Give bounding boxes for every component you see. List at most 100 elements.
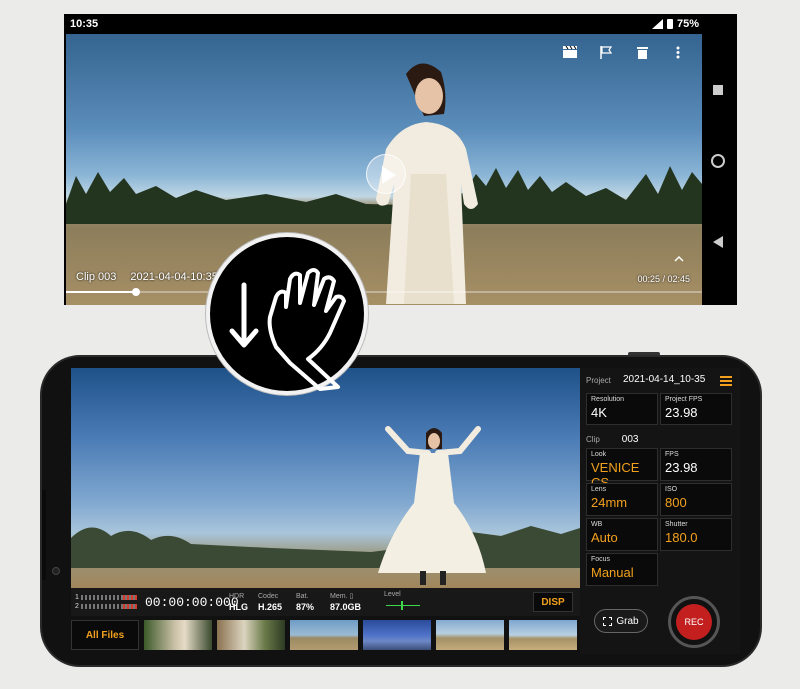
grab-button[interactable]: Grab xyxy=(594,609,648,633)
project-label: Project xyxy=(586,376,611,385)
meter-channel-2: 2 xyxy=(75,603,79,610)
fps-cell[interactable]: FPS 23.98 xyxy=(660,448,732,481)
focus-label: Focus xyxy=(591,556,611,563)
project-fps-value: 23.98 xyxy=(665,405,698,420)
viewfinder[interactable] xyxy=(71,368,580,588)
clip-row: Clip 003 xyxy=(586,434,638,445)
status-time: 10:35 xyxy=(70,18,99,30)
clapper-icon[interactable] xyxy=(560,42,580,62)
more-vert-icon[interactable] xyxy=(668,42,688,62)
hdr-value: HLG xyxy=(229,602,248,612)
battery-icon xyxy=(666,19,673,29)
mem-label: Mem. ▯ xyxy=(330,593,354,600)
iso-label: ISO xyxy=(665,486,678,493)
scrub-bar[interactable] xyxy=(66,288,702,296)
system-nav-bar xyxy=(702,34,737,305)
hdr-label: HDR xyxy=(229,593,245,600)
level-line xyxy=(386,601,420,610)
clip-value: 003 xyxy=(621,434,639,445)
clip-thumbnail[interactable] xyxy=(290,620,358,650)
look-label: Look xyxy=(591,451,607,458)
home-icon[interactable] xyxy=(711,154,725,168)
record-button[interactable]: REC xyxy=(668,596,720,648)
bat-label: Bat. xyxy=(296,593,309,600)
resolution-label: Resolution xyxy=(591,396,625,403)
fps-label: FPS xyxy=(665,451,679,458)
playback-screen: 10:35 75% Clip 003 2021-04-04-10:35 00:2… xyxy=(64,14,737,305)
meter-channel-1: 1 xyxy=(75,594,79,601)
level-label: Level xyxy=(384,591,401,598)
codec-status: Codec H.265 xyxy=(258,591,282,613)
hdr-status: HDR HLG xyxy=(229,591,248,613)
subject-woman xyxy=(378,426,486,585)
grab-icon xyxy=(603,616,613,626)
level-indicator: Level xyxy=(384,591,420,610)
clip-info: Clip 003 2021-04-04-10:35 xyxy=(76,271,218,283)
look-cell[interactable]: LookVENICE CS xyxy=(586,448,658,490)
bat-value: 87% xyxy=(296,602,315,612)
project-row: Project 2021-04-14_10-35 xyxy=(586,374,734,386)
project-fps-cell[interactable]: Project FPS 23.98 xyxy=(660,393,732,425)
audio-bars-ch1 xyxy=(80,595,137,600)
top-action-bar xyxy=(560,42,688,62)
iso-value: 800 xyxy=(665,495,687,510)
audio-bars-ch2 xyxy=(80,604,137,609)
codec-label: Codec xyxy=(258,593,279,600)
iso-cell[interactable]: ISO 800 xyxy=(660,483,732,516)
trash-icon[interactable] xyxy=(632,42,652,62)
battery-status: Bat. 87% xyxy=(296,591,314,613)
clip-thumbnail-strip: All Files xyxy=(71,618,580,652)
signal-icon xyxy=(651,19,663,29)
lens-value: 24mm xyxy=(591,495,628,510)
clip-thumbnail[interactable] xyxy=(217,620,285,650)
all-files-button[interactable]: All Files xyxy=(71,620,139,650)
shutter-cell[interactable]: Shutter 180.0 xyxy=(660,518,732,551)
resolution-value: 4K xyxy=(591,405,607,420)
disp-button[interactable]: DISP xyxy=(533,592,573,612)
recents-icon[interactable] xyxy=(713,85,723,95)
clip-name: Clip 003 xyxy=(76,271,117,283)
status-strip: 1 2 00:00:00:000 HDR HLG Codec H.265 Bat. 8… xyxy=(71,588,580,616)
back-icon[interactable] xyxy=(713,236,723,248)
wb-value: Auto xyxy=(591,530,618,545)
wb-cell[interactable]: WB Auto xyxy=(586,518,658,551)
clip-thumbnail[interactable] xyxy=(436,620,504,650)
memory-status: Mem. ▯ 87.0GB xyxy=(330,591,361,613)
timecode: 00:00:00:000 xyxy=(145,595,239,610)
focus-value: Manual xyxy=(591,565,634,580)
playback-video[interactable]: Clip 003 2021-04-04-10:35 00:25 / 02:45 xyxy=(66,34,702,305)
shutter-value: 180.0 xyxy=(665,530,698,545)
battery-percent: 75% xyxy=(676,18,699,30)
lens-cell[interactable]: Lens 24mm xyxy=(586,483,658,516)
grab-label: Grab xyxy=(616,615,639,627)
wb-label: WB xyxy=(591,521,603,528)
lens-label: Lens xyxy=(591,486,607,493)
clip-datetime: 2021-04-04-10:35 xyxy=(130,271,218,283)
focus-cell[interactable]: Focus Manual xyxy=(586,553,658,586)
clip-label: Clip xyxy=(586,435,600,444)
project-value: 2021-04-14_10-35 xyxy=(623,374,706,385)
resolution-cell[interactable]: Resolution 4K xyxy=(586,393,658,425)
device-edge xyxy=(42,490,46,580)
status-bar: 10:35 75% xyxy=(64,14,737,34)
chevron-up-icon[interactable] xyxy=(674,254,684,264)
audio-level-meter: 1 2 xyxy=(75,593,139,611)
clip-thumbnail[interactable] xyxy=(144,620,212,650)
rec-label: REC xyxy=(676,604,712,640)
front-camera xyxy=(52,567,60,575)
mem-value: 87.0GB xyxy=(330,602,362,612)
codec-value: H.265 xyxy=(258,602,283,612)
status-indicators: 75% xyxy=(651,18,699,30)
menu-icon[interactable] xyxy=(720,376,732,386)
clip-thumbnail[interactable] xyxy=(363,620,431,650)
swipe-down-hand-icon xyxy=(206,233,368,395)
clip-thumbnail[interactable] xyxy=(509,620,577,650)
flag-icon[interactable] xyxy=(596,42,616,62)
play-button[interactable] xyxy=(366,154,406,194)
playback-position: 00:25 / 02:45 xyxy=(637,274,690,284)
scrub-handle[interactable] xyxy=(131,288,140,296)
background-trees xyxy=(71,526,580,568)
shutter-label: Shutter xyxy=(665,521,688,528)
scrub-progress xyxy=(66,291,136,293)
fps-value: 23.98 xyxy=(665,460,698,475)
